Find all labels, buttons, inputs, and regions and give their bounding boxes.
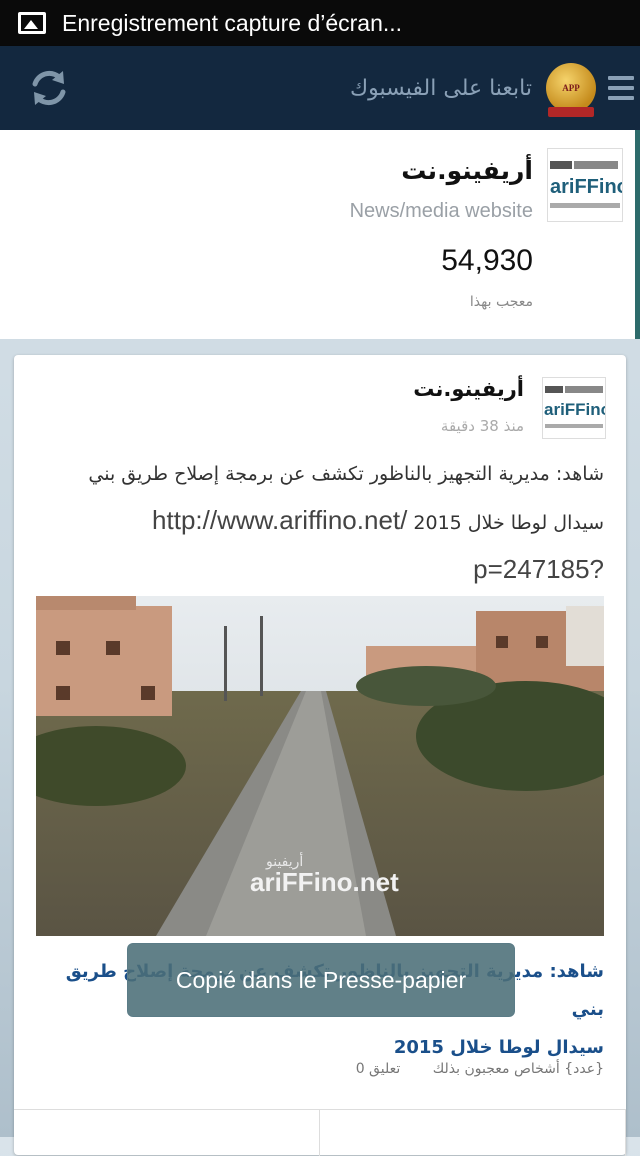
menu-icon[interactable] xyxy=(608,46,634,130)
post-text: شاهد: مديرية التجهيز بالناظور تكشف عن بر… xyxy=(34,451,604,592)
post-time: منذ 38 دقيقة xyxy=(440,417,524,435)
post-meta: {عدد} أشخاص معجبون بذلك تعليق 0 xyxy=(34,1061,604,1077)
post-text-line2: سيدال لوطا خلال 2015 http://www.ariffino… xyxy=(34,497,604,546)
page-category: News/media website xyxy=(349,200,533,222)
action-button-right[interactable] xyxy=(320,1110,626,1156)
comments-meta[interactable]: تعليق 0 xyxy=(356,1061,401,1077)
logo-ribbon xyxy=(548,107,594,117)
toast-message: Copié dans le Presse-papier xyxy=(127,943,515,1017)
likes-count: 54,930 xyxy=(441,244,533,277)
page-name[interactable]: أريفينو.نت xyxy=(401,156,533,185)
page-avatar-text: ariFFino.net xyxy=(550,176,622,198)
refresh-icon xyxy=(32,70,66,106)
likes-meta[interactable]: {عدد} أشخاص معجبون بذلك xyxy=(433,1061,604,1077)
post-url-part1[interactable]: http://www.ariffino.net/ xyxy=(152,505,407,535)
action-button-left[interactable] xyxy=(14,1110,320,1156)
notification-text: Enregistrement capture d’écran... xyxy=(62,9,403,36)
status-bar: Enregistrement capture d’écran... xyxy=(0,0,640,46)
follow-facebook-link[interactable]: تابعنا على الفيسبوك xyxy=(350,76,532,101)
screenshot-icon xyxy=(18,12,46,34)
post-image[interactable]: أريفينو ariFFino.net xyxy=(36,596,604,936)
app-bar: تابعنا على الفيسبوك APP xyxy=(0,46,640,130)
app-logo[interactable]: APP xyxy=(546,63,596,117)
post-url-part2[interactable]: ?p=247185 xyxy=(34,546,604,592)
post-author-avatar[interactable]: ariFFino.net xyxy=(542,377,606,439)
post-text-line2-arabic: سيدال لوطا خلال 2015 xyxy=(413,512,604,534)
post-avatar-text: ariFFino.net xyxy=(544,400,605,419)
refresh-button[interactable] xyxy=(14,46,84,130)
image-watermark: ariFFino.net xyxy=(250,867,399,897)
post-card: ariFFino.net أريفينو.نت منذ 38 دقيقة شاه… xyxy=(14,355,626,1156)
post-text-line1: شاهد: مديرية التجهيز بالناظور تكشف عن بر… xyxy=(88,463,604,485)
action-bar xyxy=(14,1109,626,1156)
post-author[interactable]: أريفينو.نت xyxy=(413,377,524,401)
page-header-card: ariFFino.net أريفينو.نت News/media websi… xyxy=(0,130,640,339)
app-logo-label: APP xyxy=(562,83,580,93)
likes-label: معجب بهذا xyxy=(469,294,533,310)
page-avatar[interactable]: ariFFino.net xyxy=(547,148,623,222)
